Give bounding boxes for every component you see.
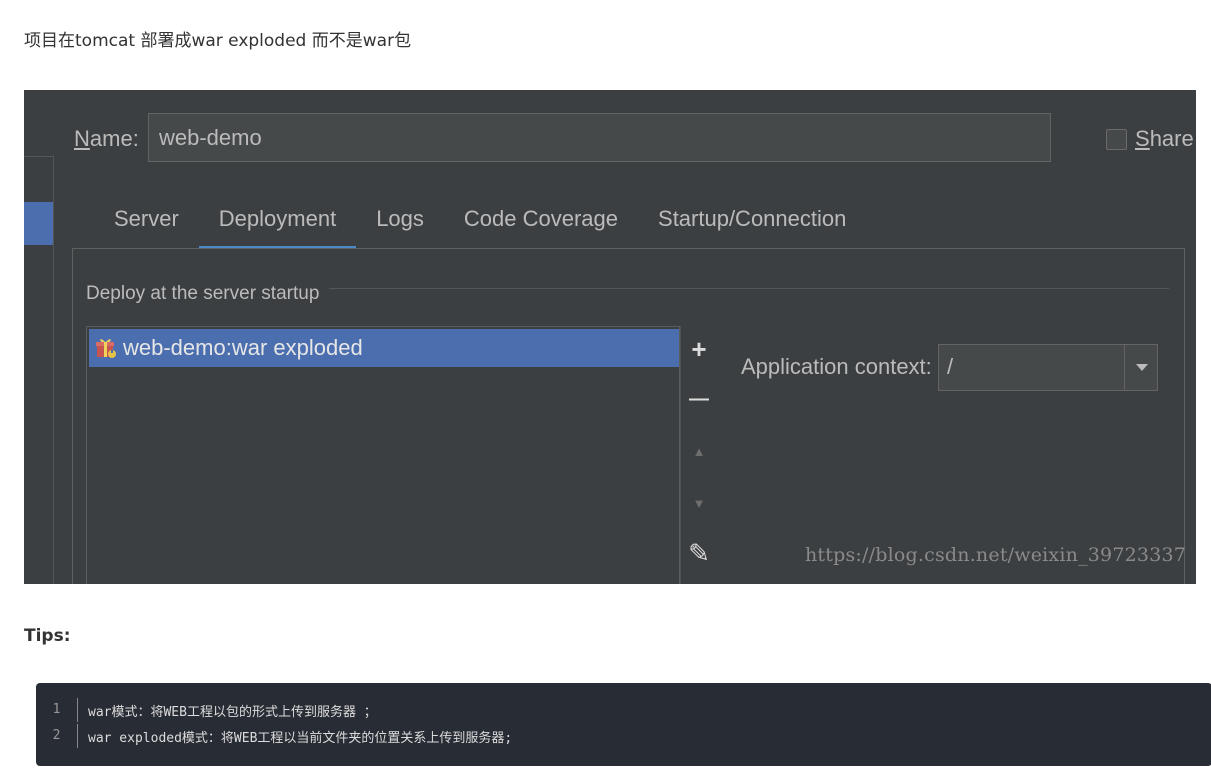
tab-deployment[interactable]: Deployment	[198, 203, 357, 249]
list-item[interactable]: web-demo:war exploded	[89, 329, 679, 367]
tab-server[interactable]: Server	[94, 203, 199, 249]
watermark: https://blog.csdn.net/weixin_39723337	[805, 544, 1187, 566]
line-number: 2	[36, 724, 78, 748]
application-context-value[interactable]: /	[947, 354, 953, 380]
tab-startup-connection[interactable]: Startup/Connection	[638, 203, 866, 249]
share-checkbox[interactable]: Share	[1106, 126, 1194, 152]
tab-logs[interactable]: Logs	[356, 203, 444, 249]
move-down-icon[interactable]: ▼	[681, 496, 717, 511]
code-block: 1 war模式：将WEB工程以包的形式上传到服务器 ； 2 war explod…	[36, 683, 1211, 766]
move-up-icon[interactable]: ▲	[681, 444, 717, 459]
list-toolbar: + — ▲ ▼ ✎	[680, 326, 716, 584]
tips-heading: Tips:	[24, 626, 71, 646]
edit-icon[interactable]: ✎	[681, 538, 717, 569]
chevron-down-icon[interactable]	[1124, 345, 1157, 390]
application-context-combobox[interactable]: /	[938, 344, 1158, 391]
list-item-label: web-demo:war exploded	[123, 335, 363, 360]
add-icon[interactable]: +	[681, 334, 717, 365]
intro-text: 项目在tomcat 部署成war exploded 而不是war包	[24, 31, 412, 51]
share-label: Share	[1135, 126, 1194, 151]
tab-code-coverage[interactable]: Code Coverage	[444, 203, 638, 249]
code-text: war exploded模式：将WEB工程以当前文件夹的位置关系上传到服务器;	[88, 730, 513, 746]
remove-icon[interactable]: —	[681, 388, 717, 411]
deploy-list[interactable]: web-demo:war exploded	[86, 326, 680, 584]
line-number: 1	[36, 698, 78, 722]
config-tree-selected-item[interactable]	[24, 202, 53, 245]
run-configuration-dialog: Name: web-demo Share Server Deployment L…	[24, 90, 1196, 584]
name-input[interactable]: web-demo	[148, 113, 1051, 162]
artifact-icon	[95, 337, 117, 359]
tab-bar: Server Deployment Logs Code Coverage Sta…	[94, 203, 866, 249]
name-label: Name:	[74, 126, 139, 151]
group-title: Deploy at the server startup	[86, 283, 330, 305]
group-divider	[329, 288, 1169, 289]
code-text: war模式：将WEB工程以包的形式上传到服务器 ；	[88, 704, 377, 720]
application-context-label: Application context:	[741, 354, 932, 379]
checkbox-icon[interactable]	[1106, 128, 1127, 150]
code-line: 2 war exploded模式：将WEB工程以当前文件夹的位置关系上传到服务器…	[36, 723, 1211, 749]
code-line: 1 war模式：将WEB工程以包的形式上传到服务器 ；	[36, 697, 1211, 723]
